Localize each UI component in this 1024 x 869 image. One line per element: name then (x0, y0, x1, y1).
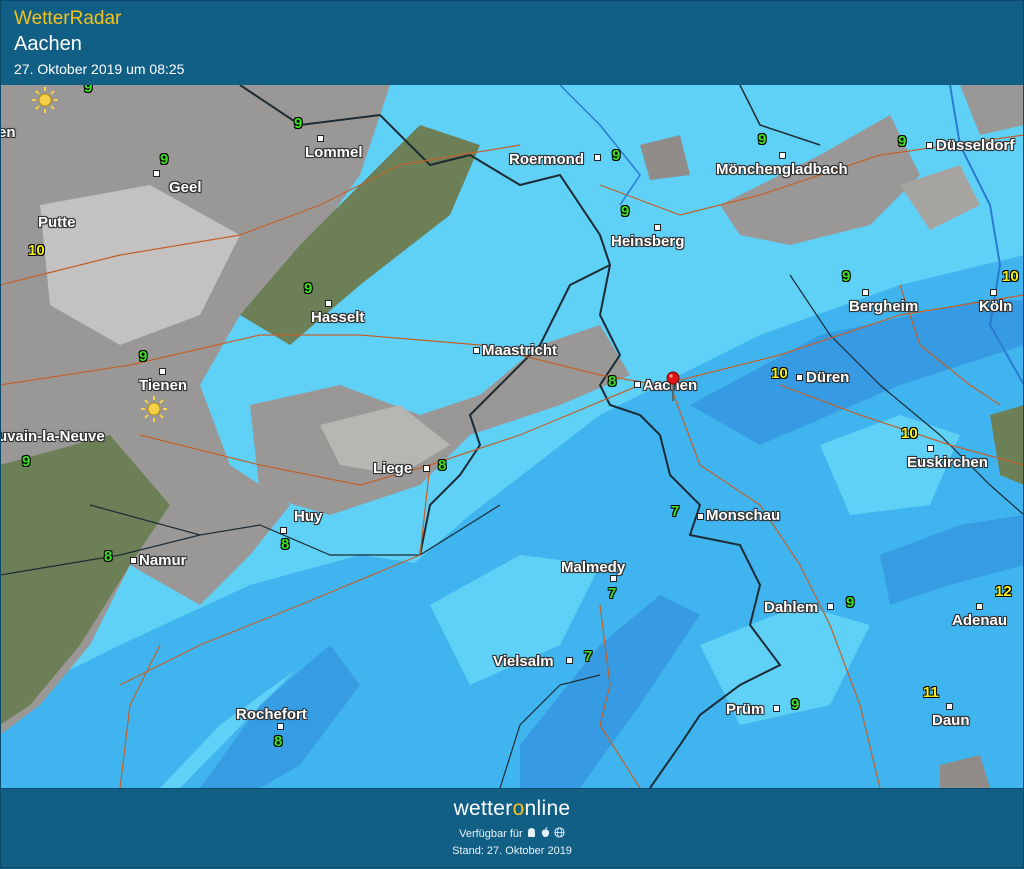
city-marker (796, 374, 803, 381)
city-marker (779, 152, 786, 159)
precipitation-layer (0, 85, 1024, 788)
temperature-reading: 8 (438, 457, 447, 474)
temperature-reading: 10 (1002, 268, 1019, 285)
city-label: Tienen (139, 377, 188, 394)
city-marker (927, 445, 934, 452)
city-label: Daun (932, 712, 970, 729)
temperature-reading: 9 (84, 85, 93, 96)
temperature-reading: 9 (294, 115, 303, 132)
city-label: Düsseldorf (936, 137, 1015, 154)
city-marker (697, 513, 704, 520)
city-label: Roermond (509, 151, 584, 168)
city-marker (423, 465, 430, 472)
radar-map[interactable]: Lommel Geel Putte Hasselt Tienen uvain-l… (0, 85, 1024, 788)
temperature-reading: 9 (846, 594, 855, 611)
city-marker (926, 142, 933, 149)
temperature-reading: 8 (104, 548, 113, 565)
city-marker (827, 603, 834, 610)
city-label: Adenau (952, 612, 1008, 629)
app-title: WetterRadar (14, 8, 122, 29)
city-label: uvain-la-Neuve (0, 428, 105, 445)
city-label: Köln (979, 298, 1013, 315)
city-label: Vielsalm (493, 653, 554, 670)
temperature-reading: 12 (995, 583, 1012, 600)
temperature-reading: 8 (274, 733, 283, 750)
temperature-reading: 9 (160, 151, 169, 168)
temperature-reading: 10 (28, 242, 45, 259)
temperature-reading: 9 (758, 131, 767, 148)
city-marker (773, 705, 780, 712)
city-label: Huy (294, 508, 323, 525)
city-marker (130, 557, 137, 564)
availability-note: Verfügbar für (0, 827, 1024, 840)
city-label: Hasselt (311, 309, 365, 326)
temperature-reading: 8 (608, 373, 617, 390)
city-label: Maastricht (482, 342, 558, 359)
apple-icon[interactable] (540, 827, 551, 838)
city-label: Euskirchen (907, 454, 988, 471)
city-label: Malmedy (561, 559, 626, 576)
temperature-reading: 11 (923, 684, 939, 701)
footer: wetteronline Verfügbar für Stand: 27. Ok… (0, 788, 1024, 869)
city-marker (280, 527, 287, 534)
city-label: Rochefort (236, 706, 307, 723)
temperature-reading: 9 (898, 133, 907, 150)
city-marker (976, 603, 983, 610)
city-label: Bergheim (849, 298, 919, 315)
city-marker (277, 723, 284, 730)
city-label: Heinsberg (611, 233, 685, 250)
temperature-reading: 9 (22, 453, 31, 470)
city-marker (634, 381, 641, 388)
city-marker (566, 657, 573, 664)
temperature-reading: 9 (842, 268, 851, 285)
availability-label: Verfügbar für (459, 828, 523, 840)
temperature-reading: 7 (608, 585, 617, 602)
temperature-reading: 9 (612, 147, 621, 164)
city-marker (990, 289, 997, 296)
city-marker (946, 703, 953, 710)
city-label: Namur (139, 552, 187, 569)
city-label: Geel (169, 179, 202, 196)
radar-timestamp: 27. Oktober 2019 um 08:25 (14, 61, 185, 77)
temperature-reading: 9 (304, 280, 313, 297)
globe-icon[interactable] (554, 827, 565, 838)
city-marker (654, 224, 661, 231)
sun-icon (141, 396, 167, 422)
city-label: Mönchengladbach (716, 161, 848, 178)
location-pin-icon[interactable] (666, 371, 680, 401)
temperature-reading: 9 (791, 696, 800, 713)
temperature-reading: 7 (584, 648, 593, 665)
temperature-reading: 8 (281, 536, 290, 553)
city-marker (317, 135, 324, 142)
wetteronline-logo[interactable]: wetteronline (0, 797, 1024, 821)
temperature-reading: 9 (139, 348, 148, 365)
city-label: en (0, 124, 16, 141)
location-name: Aachen (14, 33, 82, 55)
city-label: Düren (806, 369, 850, 386)
city-marker (594, 154, 601, 161)
temperature-reading: 7 (671, 503, 680, 520)
city-marker (153, 170, 160, 177)
sun-icon (32, 87, 58, 113)
city-marker (610, 575, 617, 582)
city-label: Liege (373, 460, 413, 477)
header: WetterRadar Aachen 27. Oktober 2019 um 0… (0, 0, 1024, 84)
android-icon[interactable] (526, 827, 537, 838)
city-marker (862, 289, 869, 296)
data-timestamp: Stand: 27. Oktober 2019 (452, 845, 572, 857)
city-marker (325, 300, 332, 307)
temperature-reading: 9 (621, 203, 630, 220)
temperature-reading: 10 (771, 365, 788, 382)
city-marker (159, 368, 166, 375)
city-label: Lommel (305, 144, 363, 161)
city-label: Monschau (706, 507, 781, 524)
temperature-reading: 10 (901, 425, 918, 442)
city-label: Prüm (726, 701, 765, 718)
city-label: Putte (38, 214, 76, 231)
city-label: Dahlem (764, 599, 819, 616)
city-marker (473, 347, 480, 354)
